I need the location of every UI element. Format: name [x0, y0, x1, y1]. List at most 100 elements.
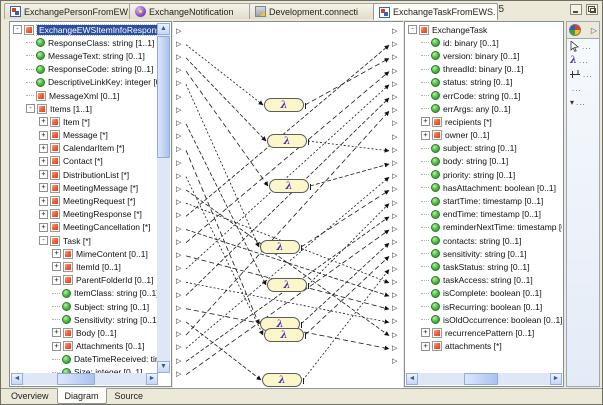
mapping-edge[interactable]: [186, 58, 266, 141]
restore-icon[interactable]: [586, 4, 598, 15]
target-port[interactable]: ▷: [392, 173, 397, 180]
editor-tab-2[interactable]: Development.connecti: [249, 3, 383, 19]
source-port[interactable]: ▷: [176, 80, 181, 87]
source-port[interactable]: ▷: [176, 54, 181, 61]
mapping-edge[interactable]: [301, 190, 389, 247]
source-port[interactable]: ▷: [176, 212, 181, 219]
source-port[interactable]: ▷: [176, 186, 181, 193]
scrollbar-thumb[interactable]: [57, 373, 95, 385]
expander-plus-icon[interactable]: +: [39, 170, 48, 179]
expander-plus-icon[interactable]: +: [39, 117, 48, 126]
source-port[interactable]: ▷: [176, 28, 181, 35]
mapping-edge[interactable]: [186, 150, 259, 324]
target-port[interactable]: ▷: [392, 200, 397, 207]
lambda-node[interactable]: λ: [267, 278, 307, 292]
lambda-node[interactable]: λ: [262, 373, 302, 387]
mapping-canvas[interactable]: ▷▷▷▷▷▷▷▷▷▷▷▷▷▷▷▷▷▷▷▷▷▷▷▷▷▷▷▷▷▷▷▷▷▷▷▷▷▷▷▷…: [173, 21, 403, 389]
target-tree-item[interactable]: hasAttachment: boolean [0..1]: [406, 181, 562, 194]
source-tree-item[interactable]: +CalendarItem [*]: [11, 142, 158, 155]
expander-plus-icon[interactable]: +: [39, 197, 48, 206]
target-tree-item[interactable]: priority: string [0..1]: [406, 168, 562, 181]
target-tree-item[interactable]: version: binary [0..1]: [406, 49, 562, 62]
target-port[interactable]: ▷: [392, 147, 397, 154]
expander-plus-icon[interactable]: +: [52, 328, 61, 337]
source-port[interactable]: ▷: [176, 331, 181, 338]
source-tree-item[interactable]: MessageXml [0..1]: [11, 89, 158, 102]
target-tree-item[interactable]: errArgs: any [0..1]: [406, 102, 562, 115]
scroll-right-icon[interactable]: ►: [146, 373, 158, 385]
target-port[interactable]: ▷: [392, 252, 397, 259]
target-tree-item[interactable]: taskAccess: string [0..1]: [406, 274, 562, 287]
expander-plus-icon[interactable]: +: [39, 144, 48, 153]
source-tree-item[interactable]: -Task [*]: [11, 234, 158, 247]
editor-tab-0[interactable]: ExchangePersonFromEW: [4, 3, 139, 19]
target-tree-item[interactable]: errCode: string [0..1]: [406, 89, 562, 102]
target-tree-item[interactable]: isRecurring: boolean [0..1]: [406, 300, 562, 313]
target-tree-item[interactable]: endTime: timestamp [0..1]: [406, 208, 562, 221]
source-tree-item[interactable]: ResponseClass: string [1..1]: [11, 36, 158, 49]
source-tree-item[interactable]: ResponseCode: string [0..1]: [11, 63, 158, 76]
expander-plus-icon[interactable]: +: [39, 223, 48, 232]
source-port[interactable]: ▷: [176, 107, 181, 114]
palette-tool-dots[interactable]: ...: [567, 81, 599, 95]
target-tree-item[interactable]: sensitivity: string [0..1]: [406, 247, 562, 260]
expander-minus-icon[interactable]: -: [39, 236, 48, 245]
source-tree-item[interactable]: MessageText: string [0..1]: [11, 49, 158, 62]
target-tree-item[interactable]: taskStatus: string [0..1]: [406, 260, 562, 273]
editor-tab-1[interactable]: ExchangeNotification: [129, 3, 259, 19]
mapping-edge[interactable]: [308, 204, 389, 285]
source-port[interactable]: ▷: [176, 358, 181, 365]
expander-plus-icon[interactable]: +: [39, 210, 48, 219]
view-tab-diagram[interactable]: Diagram: [57, 388, 107, 404]
scroll-down-icon[interactable]: ▼: [157, 361, 170, 373]
target-port[interactable]: ▷: [392, 213, 397, 220]
expander-plus-icon[interactable]: +: [39, 157, 48, 166]
expander-plus-icon[interactable]: +: [52, 249, 61, 258]
source-port[interactable]: ▷: [176, 67, 181, 74]
source-port[interactable]: ▷: [176, 160, 181, 167]
palette-tool-link[interactable]: ...: [567, 67, 599, 81]
expander-minus-icon[interactable]: -: [26, 104, 35, 113]
expander-plus-icon[interactable]: +: [421, 117, 430, 126]
target-tree-item[interactable]: id: binary [0..1]: [406, 36, 562, 49]
scroll-left-icon[interactable]: ◄: [11, 373, 23, 385]
target-port[interactable]: ▷: [392, 239, 397, 246]
target-tree-item[interactable]: isOldOccurrence: boolean [0..1]: [406, 313, 562, 326]
target-port[interactable]: ▷: [392, 107, 397, 114]
mapping-edge[interactable]: [186, 84, 259, 247]
editor-tab-3[interactable]: ExchangeTaskFromEWS.✕: [373, 3, 498, 20]
source-port[interactable]: ▷: [176, 318, 181, 325]
source-tree-item[interactable]: +ItemId [0..1]: [11, 260, 158, 273]
source-port[interactable]: ▷: [176, 173, 181, 180]
mapping-edge[interactable]: [310, 164, 389, 186]
source-tree-item[interactable]: +DistributionList [*]: [11, 168, 158, 181]
target-port[interactable]: ▷: [392, 94, 397, 101]
target-port[interactable]: ▷: [392, 68, 397, 75]
expander-minus-icon[interactable]: -: [13, 25, 22, 34]
expander-minus-icon[interactable]: -: [408, 25, 417, 34]
target-tree-item[interactable]: threadId: binary [0..1]: [406, 63, 562, 76]
right-horizontal-scrollbar[interactable]: ◄ ►: [406, 373, 562, 385]
target-port[interactable]: ▷: [392, 292, 397, 299]
target-tree-item[interactable]: status: string [0..1]: [406, 76, 562, 89]
mapping-edge[interactable]: [186, 124, 266, 285]
target-port[interactable]: ▷: [392, 305, 397, 312]
source-tree-item[interactable]: +Message [*]: [11, 129, 158, 142]
source-port[interactable]: ▷: [176, 252, 181, 259]
scroll-left-icon[interactable]: ◄: [406, 373, 418, 385]
expander-plus-icon[interactable]: +: [52, 262, 61, 271]
source-tree-item[interactable]: +MimeContent [0..1]: [11, 247, 158, 260]
mapping-edge[interactable]: [305, 256, 389, 335]
target-tree-item[interactable]: -ExchangeTask: [406, 23, 562, 36]
expander-plus-icon[interactable]: +: [52, 342, 61, 351]
palette-tool-caret[interactable]: ▾...: [567, 95, 599, 109]
target-port[interactable]: ▷: [392, 332, 397, 339]
source-port[interactable]: ▷: [176, 133, 181, 140]
source-port[interactable]: ▷: [176, 146, 181, 153]
source-tree-item[interactable]: -Items [1..1]: [11, 102, 158, 115]
view-tab-overview[interactable]: Overview: [3, 389, 57, 404]
target-port[interactable]: ▷: [392, 279, 397, 286]
target-tree-item[interactable]: body: string [0..1]: [406, 155, 562, 168]
palette-tool-cursor[interactable]: ...: [567, 39, 599, 53]
scrollbar-thumb[interactable]: [157, 36, 170, 158]
